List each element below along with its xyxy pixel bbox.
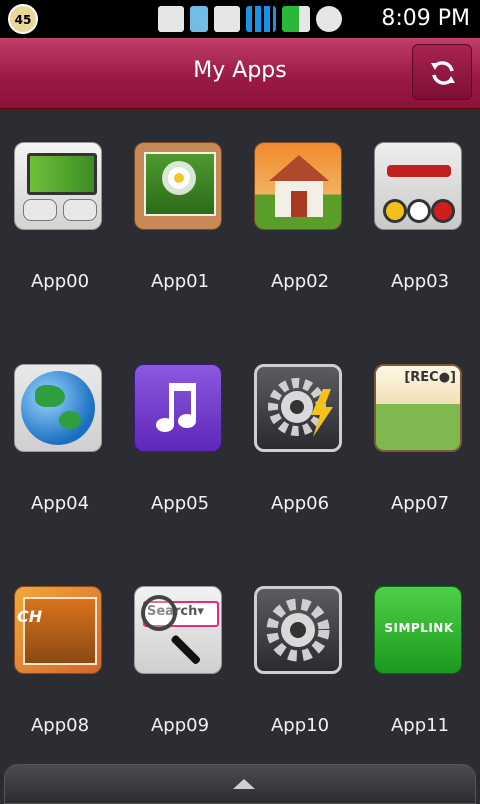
notification-count: 45: [14, 13, 32, 27]
app-label: App00: [30, 271, 90, 292]
photo-frame-icon: [134, 142, 222, 230]
simplink-icon: SIMPLINK: [374, 586, 462, 674]
app-label: App01: [150, 271, 210, 292]
app-label: App05: [150, 493, 210, 514]
av-cable-icon: [374, 142, 462, 230]
refresh-button[interactable]: [412, 44, 472, 100]
app-tile-app00[interactable]: App00: [0, 108, 120, 330]
app-tile-app04[interactable]: App04: [0, 330, 120, 552]
app-label: App08: [30, 715, 90, 736]
globe-icon: [14, 364, 102, 452]
gallery-icon: [158, 6, 184, 32]
app-tile-app02[interactable]: App02: [240, 108, 360, 330]
app-label: App04: [30, 493, 90, 514]
phone-icon: [190, 6, 208, 32]
music-note-icon: [134, 364, 222, 452]
app-tile-app06[interactable]: App06: [240, 330, 360, 552]
app-label: App02: [270, 271, 330, 292]
app-tile-app10[interactable]: App10: [240, 552, 360, 774]
bottom-drawer-handle[interactable]: [4, 764, 476, 804]
notification-badge-icon: 45: [8, 4, 38, 34]
simplink-logo-text: SIMPLINK: [384, 621, 454, 635]
music-note-glyph: [156, 383, 196, 432]
rec-indicator: [REC●]: [404, 370, 456, 385]
gear-glyph: [268, 378, 333, 437]
app-tile-app08[interactable]: CH App08: [0, 552, 120, 774]
app-label: App10: [270, 715, 330, 736]
channel-icon: CH: [14, 586, 102, 674]
app-label: App09: [150, 715, 210, 736]
alarm-icon: [316, 6, 342, 32]
status-time: 8:09 PM: [381, 6, 470, 31]
status-icons: [158, 4, 342, 34]
signal-3g-icon: [246, 6, 276, 32]
refresh-icon: [431, 61, 455, 85]
app-tile-app05[interactable]: App05: [120, 330, 240, 552]
app-tile-app09[interactable]: Search▾ App09: [120, 552, 240, 774]
app-label: App03: [390, 271, 450, 292]
page-title: My Apps: [193, 58, 287, 83]
chevron-up-icon: [233, 779, 255, 789]
app-tile-app07[interactable]: [REC●] App07: [360, 330, 480, 552]
title-bar: My Apps: [0, 38, 480, 109]
data-transfer-icon: [214, 6, 240, 32]
status-bar: 45 8:09 PM: [0, 0, 480, 38]
app-tile-app01[interactable]: App01: [120, 108, 240, 330]
app-tile-app03[interactable]: App03: [360, 108, 480, 330]
gear-glyph: [266, 598, 330, 662]
channel-label: CH: [17, 607, 43, 626]
app-label: App07: [390, 493, 450, 514]
app-tile-app11[interactable]: SIMPLINK App11: [360, 552, 480, 774]
gear-bolt-icon: [254, 364, 342, 452]
home-icon: [254, 142, 342, 230]
search-magnifier-icon: Search▾: [134, 586, 222, 674]
app-label: App11: [390, 715, 450, 736]
gear-icon: [254, 586, 342, 674]
tv-gamepads-icon: [14, 142, 102, 230]
recorder-icon: [REC●]: [374, 364, 462, 452]
app-label: App06: [270, 493, 330, 514]
battery-icon: [282, 6, 310, 32]
